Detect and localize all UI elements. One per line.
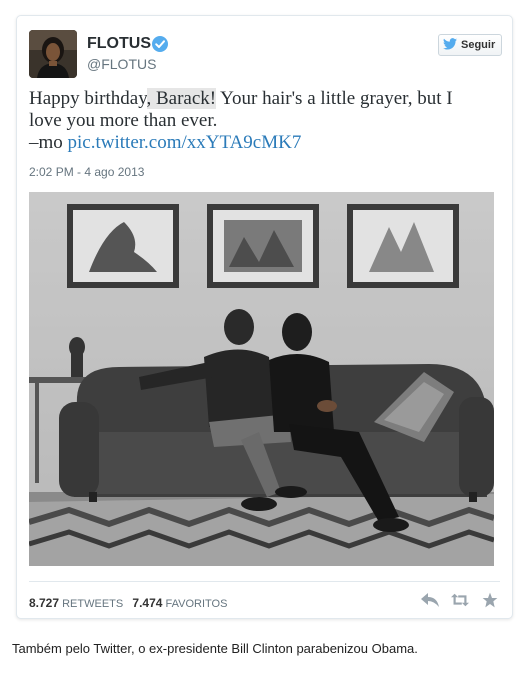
tweet-text-line-1: Happy birthday, Barack! Your hair's a li… xyxy=(29,88,499,110)
follow-button[interactable]: Seguir xyxy=(438,34,503,56)
retweets-count[interactable]: 8.727 xyxy=(29,596,59,610)
tweet-text: Happy birthday, Barack! Your hair's a li… xyxy=(29,88,499,154)
tweet-text-highlight: , Barack! xyxy=(146,88,217,109)
follow-button-label: Seguir xyxy=(461,39,496,51)
tweet-card: FLOTUS @FLOTUS Seguir Happy birthday, Ba… xyxy=(16,15,513,619)
favorites-count[interactable]: 7.474 xyxy=(132,596,162,610)
star-icon[interactable] xyxy=(481,591,499,609)
display-name[interactable]: FLOTUS xyxy=(87,35,151,53)
retweets-label[interactable]: RETWEETS xyxy=(62,598,123,610)
divider xyxy=(29,581,500,582)
user-handle[interactable]: @FLOTUS xyxy=(87,56,156,72)
reply-icon[interactable] xyxy=(421,591,439,609)
article-caption: Também pelo Twitter, o ex-presidente Bil… xyxy=(12,641,418,656)
tweet-text-line-2: love you more than ever. xyxy=(29,110,218,131)
retweet-icon[interactable] xyxy=(451,591,469,609)
tweet-text-part: Happy birthday xyxy=(29,88,147,109)
avatar[interactable] xyxy=(29,30,77,78)
tweet-text-signature: –mo xyxy=(29,132,68,153)
verified-badge-icon xyxy=(152,36,168,52)
twitter-bird-icon xyxy=(443,37,457,53)
tweet-actions xyxy=(421,591,499,609)
tweet-photo-link[interactable]: pic.twitter.com/xxYTA9cMK7 xyxy=(68,132,302,153)
tweet-stats: 8.727 RETWEETS 7.474 FAVORITOS xyxy=(29,596,227,610)
tweet-timestamp[interactable]: 2:02 PM - 4 ago 2013 xyxy=(29,165,144,179)
tweet-text-part: Your hair's a little grayer, but I xyxy=(216,88,453,109)
tweet-photo[interactable] xyxy=(29,192,494,566)
tweet-text-line-3: –mo pic.twitter.com/xxYTA9cMK7 xyxy=(29,132,499,154)
favorites-label[interactable]: FAVORITOS xyxy=(165,598,227,610)
